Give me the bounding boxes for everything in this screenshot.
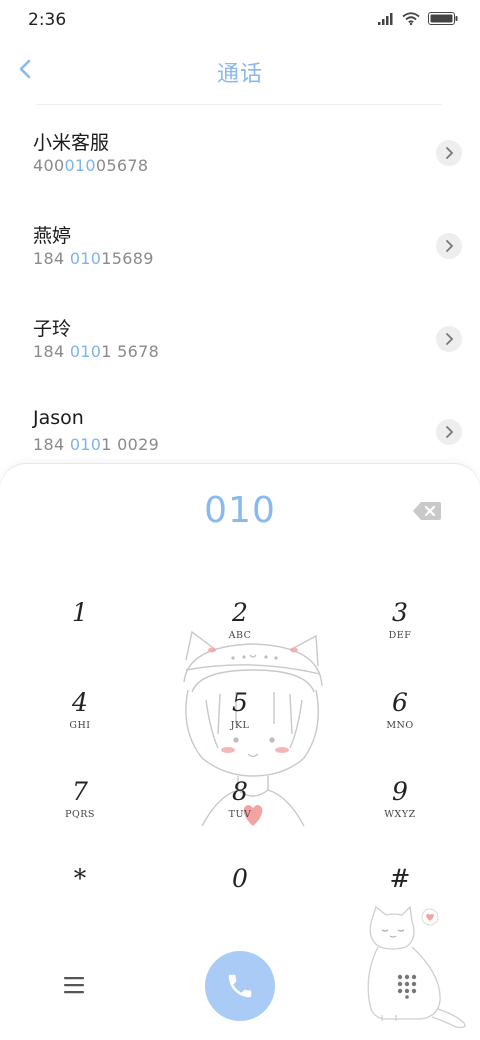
chevron-right-icon bbox=[446, 333, 454, 345]
key-digit: 7 bbox=[72, 777, 88, 806]
key-digit: 0 bbox=[232, 864, 248, 893]
backspace-button[interactable] bbox=[412, 500, 442, 522]
menu-button[interactable] bbox=[62, 974, 86, 996]
menu-icon bbox=[64, 977, 84, 994]
contact-number: 184 01015689 bbox=[33, 249, 154, 268]
detail-button[interactable] bbox=[436, 233, 462, 259]
contact-number: 40001005678 bbox=[33, 156, 148, 175]
status-icons bbox=[378, 12, 458, 25]
list-item[interactable]: 子玲 184 0101 5678 bbox=[0, 296, 480, 389]
number-match: 010 bbox=[69, 342, 102, 361]
key-digit: 3 bbox=[392, 598, 408, 627]
key-0[interactable]: 0 bbox=[180, 864, 300, 944]
key-2[interactable]: 2 ABC bbox=[180, 598, 300, 678]
key-letters: MNO bbox=[386, 720, 414, 731]
page-title: 通话 bbox=[216, 62, 263, 87]
key-letters: DEF bbox=[388, 630, 412, 641]
contact-name: 燕婷 bbox=[33, 225, 72, 247]
contact-name: 子玲 bbox=[33, 318, 72, 340]
status-bar: 2:36 bbox=[0, 0, 480, 40]
key-digit: 5 bbox=[232, 688, 248, 717]
key-8[interactable]: 8 TUV bbox=[180, 777, 300, 857]
contact-number: 184 0101 0029 bbox=[33, 435, 159, 454]
key-hash[interactable]: # bbox=[340, 864, 460, 944]
header-divider bbox=[36, 104, 442, 105]
backspace-icon bbox=[413, 502, 441, 520]
number-match: 010 bbox=[69, 249, 102, 268]
key-digit: 9 bbox=[392, 777, 408, 806]
key-letters: JKL bbox=[230, 720, 250, 731]
wifi-icon bbox=[402, 12, 420, 25]
key-1[interactable]: 1 bbox=[20, 598, 140, 678]
key-digit: 6 bbox=[392, 688, 408, 717]
contact-name: Jason bbox=[33, 407, 84, 429]
key-9[interactable]: 9 WXYZ bbox=[340, 777, 460, 857]
number-prefix: 184 bbox=[33, 435, 70, 454]
detail-button[interactable] bbox=[436, 326, 462, 352]
number-suffix: 15689 bbox=[101, 249, 154, 268]
contact-name: 小米客服 bbox=[33, 132, 110, 154]
key-digit: 8 bbox=[232, 777, 248, 806]
call-button[interactable] bbox=[205, 951, 275, 1021]
chevron-right-icon bbox=[446, 426, 454, 438]
key-letters: WXYZ bbox=[384, 809, 416, 820]
key-letters: TUV bbox=[228, 809, 252, 820]
key-digit: # bbox=[389, 864, 411, 893]
status-time: 2:36 bbox=[28, 10, 67, 30]
number-prefix: 400 bbox=[33, 156, 65, 175]
key-6[interactable]: 6 MNO bbox=[340, 688, 460, 768]
key-digit: * bbox=[73, 864, 87, 893]
chevron-right-icon bbox=[446, 240, 454, 252]
number-match: 010 bbox=[69, 435, 102, 454]
number-match: 010 bbox=[64, 156, 96, 175]
key-4[interactable]: 4 GHI bbox=[20, 688, 140, 768]
key-digit: 4 bbox=[72, 688, 88, 717]
key-letters: GHI bbox=[69, 720, 91, 731]
number-prefix: 184 bbox=[33, 342, 70, 361]
dialpad-toggle-button[interactable] bbox=[396, 973, 418, 999]
key-letters: PQRS bbox=[65, 809, 95, 820]
key-digit: 2 bbox=[232, 598, 248, 627]
number-suffix: 1 0029 bbox=[101, 435, 160, 454]
number-prefix: 184 bbox=[33, 249, 70, 268]
dialed-number: 010 bbox=[204, 490, 276, 531]
key-letters: ABC bbox=[228, 630, 252, 641]
list-item[interactable]: 小米客服 40001005678 bbox=[0, 110, 480, 203]
list-item[interactable]: 燕婷 184 01015689 bbox=[0, 203, 480, 296]
battery-icon bbox=[428, 12, 458, 25]
detail-button[interactable] bbox=[436, 419, 462, 445]
key-7[interactable]: 7 PQRS bbox=[20, 777, 140, 857]
number-suffix: 1 5678 bbox=[101, 342, 160, 361]
key-digit: 1 bbox=[72, 598, 88, 627]
phone-icon bbox=[228, 974, 252, 998]
header: 通话 bbox=[0, 44, 480, 96]
key-5[interactable]: 5 JKL bbox=[180, 688, 300, 768]
key-star[interactable]: * bbox=[20, 864, 140, 944]
signal-icon bbox=[378, 12, 393, 25]
detail-button[interactable] bbox=[436, 140, 462, 166]
contact-number: 184 0101 5678 bbox=[33, 342, 159, 361]
chevron-right-icon bbox=[446, 147, 454, 159]
number-suffix: 05678 bbox=[95, 156, 149, 175]
dialpad-icon bbox=[397, 974, 417, 999]
key-3[interactable]: 3 DEF bbox=[340, 598, 460, 678]
